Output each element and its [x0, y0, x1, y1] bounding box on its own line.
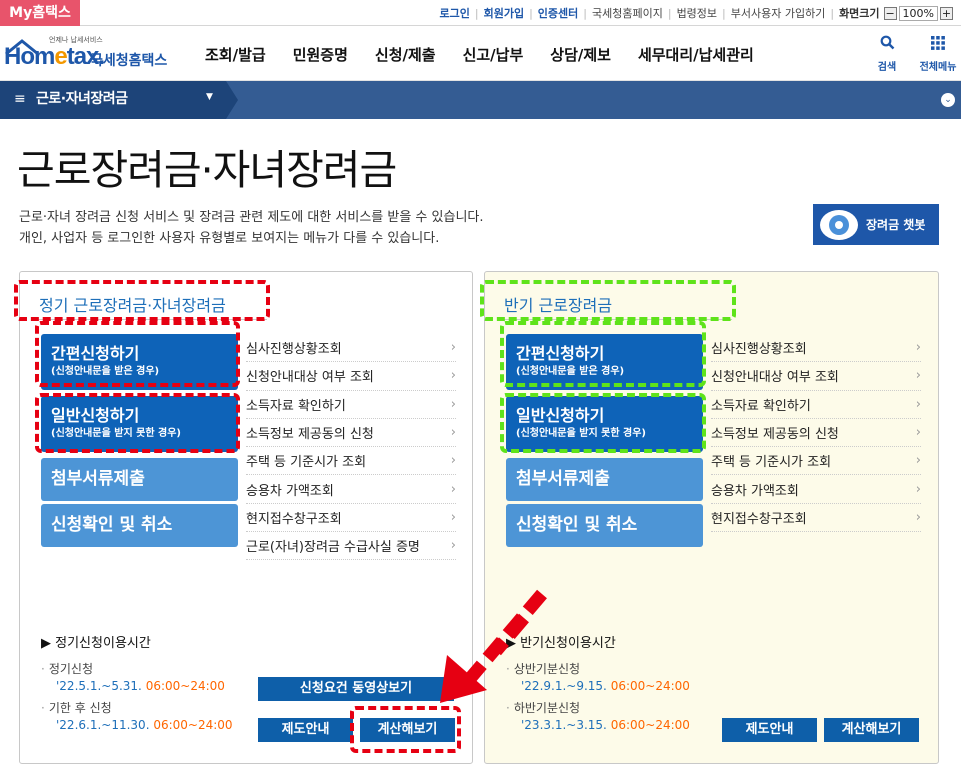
annotation-arrow: [440, 589, 547, 703]
